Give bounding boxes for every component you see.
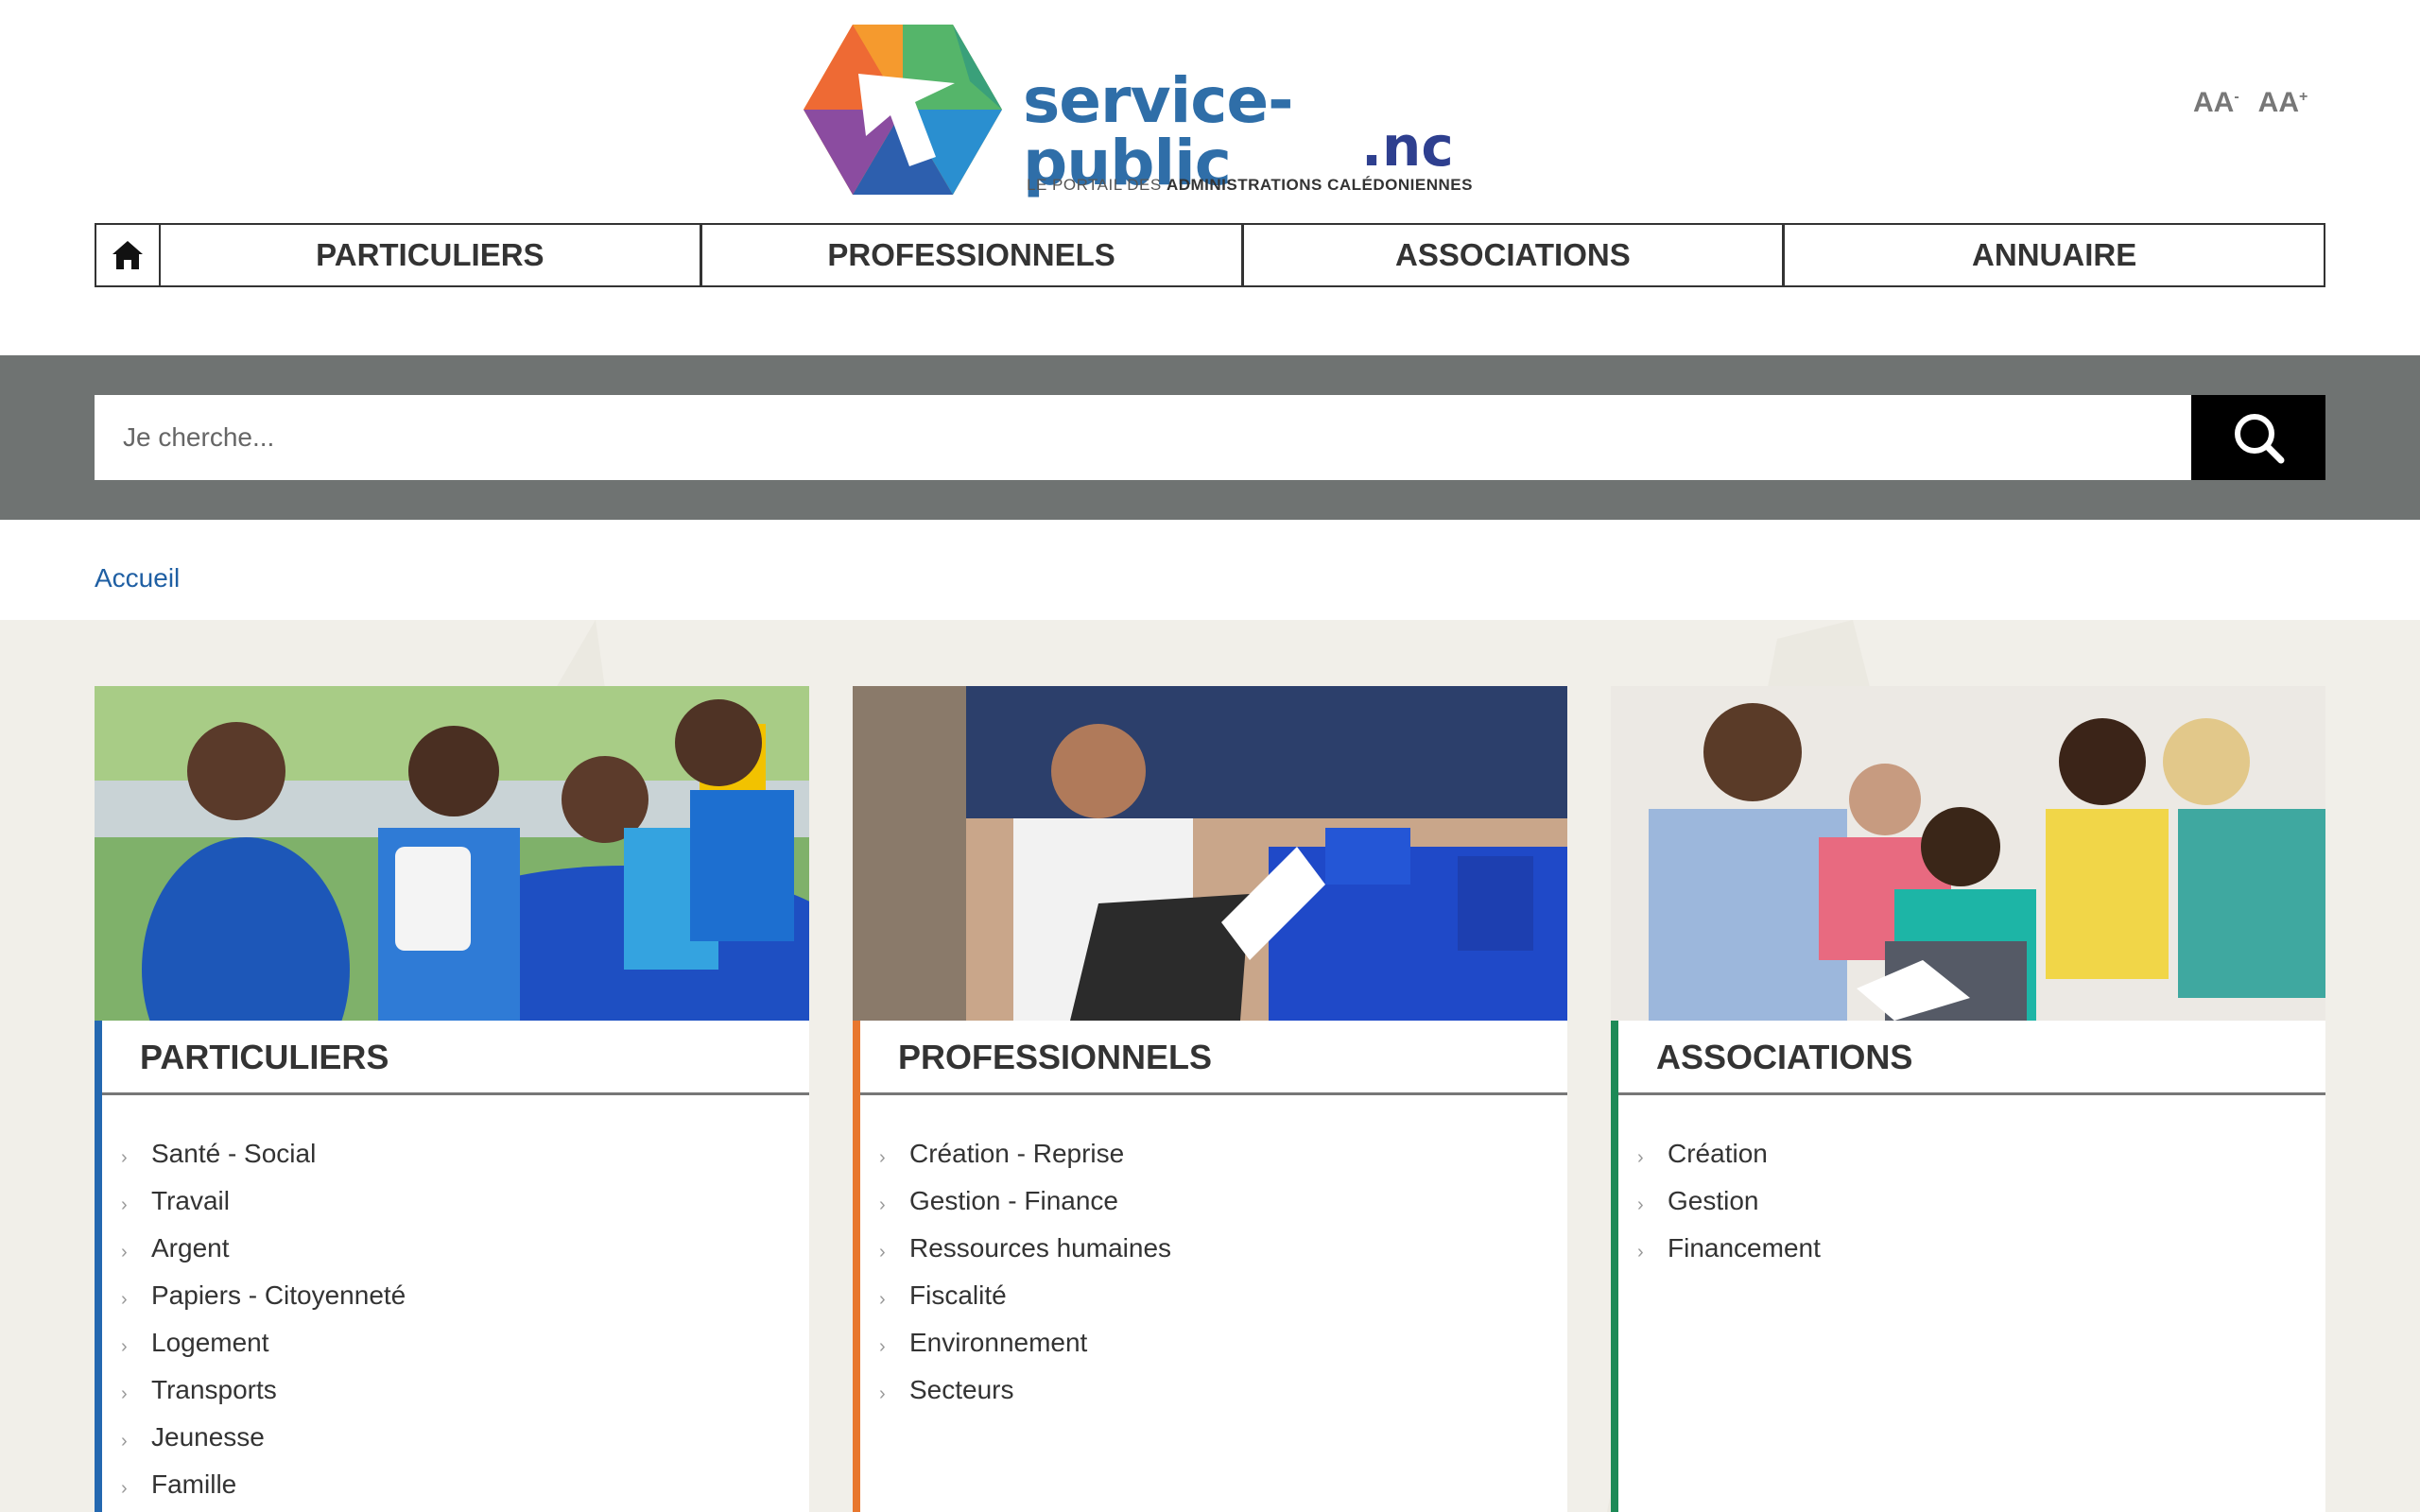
- font-size-controls: AA- AA+: [2193, 87, 2308, 119]
- chevron-right-icon: ›: [121, 1194, 128, 1215]
- nav-item-professionnels[interactable]: PROFESSIONNELS: [702, 225, 1244, 285]
- card-accent-bar: [95, 1021, 102, 1512]
- main-content: PARTICULIERS › Santé - Social › Travail › A…: [0, 620, 2420, 1512]
- chevron-right-icon: ›: [121, 1242, 128, 1263]
- list-item[interactable]: › Financement: [1637, 1232, 1821, 1280]
- chevron-right-icon: ›: [879, 1336, 886, 1357]
- list-item-label: Secteurs: [909, 1375, 1014, 1404]
- list-item[interactable]: › Gestion - Finance: [879, 1185, 1171, 1232]
- card-title[interactable]: PARTICULIERS: [140, 1038, 389, 1077]
- list-item[interactable]: › Environnement: [879, 1327, 1171, 1374]
- list-item-label: Santé - Social: [151, 1139, 317, 1168]
- list-item-label: Gestion - Finance: [909, 1186, 1118, 1215]
- list-item-label: Jeunesse: [151, 1422, 265, 1452]
- list-item-label: Gestion: [1668, 1186, 1759, 1215]
- list-item[interactable]: › Création: [1637, 1138, 1821, 1185]
- list-item-label: Création: [1668, 1139, 1768, 1168]
- nav-item-annuaire[interactable]: ANNUAIRE: [1785, 225, 2324, 285]
- list-item[interactable]: › Travail: [121, 1185, 406, 1232]
- list-item[interactable]: › Famille: [121, 1469, 406, 1512]
- list-item-label: Fiscalité: [909, 1280, 1007, 1310]
- list-item[interactable]: › Ressources humaines: [879, 1232, 1171, 1280]
- list-item-label: Création - Reprise: [909, 1139, 1125, 1168]
- card-link-list: › Création - Reprise › Gestion - Finance ›…: [879, 1138, 1171, 1421]
- card-link-list: › Création › Gestion › Financement: [1637, 1138, 1821, 1280]
- font-decrease-label: AA: [2193, 87, 2235, 118]
- search-button[interactable]: [2191, 395, 2325, 480]
- site-header: service-public .nc LE PORTAIL DES ADMINI…: [0, 0, 2420, 355]
- list-item-label: Transports: [151, 1375, 277, 1404]
- card-divider: [1618, 1092, 2325, 1095]
- chevron-right-icon: ›: [121, 1336, 128, 1357]
- particuliers-photo: [95, 686, 809, 1021]
- list-item[interactable]: › Transports: [121, 1374, 406, 1421]
- font-increase-sup: +: [2299, 89, 2308, 105]
- nav-item-associations[interactable]: ASSOCIATIONS: [1244, 225, 1786, 285]
- list-item-label: Ressources humaines: [909, 1233, 1172, 1263]
- list-item[interactable]: › Argent: [121, 1232, 406, 1280]
- font-increase-button[interactable]: AA+: [2258, 87, 2308, 119]
- list-item[interactable]: › Création - Reprise: [879, 1138, 1171, 1185]
- list-item-label: Argent: [151, 1233, 230, 1263]
- professionnels-photo: [853, 686, 1567, 1021]
- chevron-right-icon: ›: [1637, 1242, 1644, 1263]
- list-item[interactable]: › Fiscalité: [879, 1280, 1171, 1327]
- card-accent-bar: [853, 1021, 860, 1512]
- main-nav: PARTICULIERS PROFESSIONNELS ASSOCIATIONS…: [95, 223, 2325, 287]
- card-title[interactable]: PROFESSIONNELS: [898, 1038, 1212, 1077]
- chevron-right-icon: ›: [121, 1431, 128, 1452]
- search-icon: [2235, 414, 2285, 464]
- card-divider: [860, 1092, 1567, 1095]
- list-item[interactable]: › Santé - Social: [121, 1138, 406, 1185]
- chevron-right-icon: ›: [1637, 1147, 1644, 1168]
- list-item-label: Financement: [1668, 1233, 1821, 1263]
- chevron-right-icon: ›: [1637, 1194, 1644, 1215]
- card-link-list: › Santé - Social › Travail › Argent › Papier…: [121, 1138, 406, 1512]
- list-item[interactable]: › Jeunesse: [121, 1421, 406, 1469]
- chevron-right-icon: ›: [879, 1194, 886, 1215]
- site-logo[interactable]: service-public .nc LE PORTAIL DES ADMINI…: [804, 25, 1472, 204]
- chevron-right-icon: ›: [879, 1242, 886, 1263]
- breadcrumb-home-link[interactable]: Accueil: [95, 563, 180, 593]
- list-item-label: Travail: [151, 1186, 230, 1215]
- logo-tagline-prefix: LE PORTAIL DES: [1027, 176, 1167, 194]
- chevron-right-icon: ›: [121, 1383, 128, 1404]
- logo-hexagon-icon: [804, 25, 1002, 195]
- search-input[interactable]: [95, 395, 2191, 480]
- list-item[interactable]: › Secteurs: [879, 1374, 1171, 1421]
- nav-home-button[interactable]: [96, 225, 161, 285]
- logo-tagline-bold: ADMINISTRATIONS CALÉDONIENNES: [1166, 176, 1473, 194]
- list-item[interactable]: › Logement: [121, 1327, 406, 1374]
- chevron-right-icon: ›: [121, 1289, 128, 1310]
- card-professionnels: PROFESSIONNELS › Création - Reprise › Gest…: [853, 686, 1567, 1512]
- logo-suffix: .nc: [1361, 114, 1454, 179]
- card-particuliers: PARTICULIERS › Santé - Social › Travail › A…: [95, 686, 809, 1512]
- list-item-label: Papiers - Citoyenneté: [151, 1280, 406, 1310]
- chevron-right-icon: ›: [121, 1478, 128, 1499]
- associations-photo: [1611, 686, 2325, 1021]
- chevron-right-icon: ›: [879, 1147, 886, 1168]
- font-decrease-sup: -: [2234, 89, 2239, 105]
- chevron-right-icon: ›: [879, 1289, 886, 1310]
- home-icon: [112, 241, 143, 269]
- font-increase-label: AA: [2257, 87, 2300, 118]
- list-item[interactable]: › Papiers - Citoyenneté: [121, 1280, 406, 1327]
- search-band: [0, 355, 2420, 520]
- chevron-right-icon: ›: [121, 1147, 128, 1168]
- font-decrease-button[interactable]: AA-: [2193, 87, 2239, 119]
- list-item-label: Famille: [151, 1469, 237, 1499]
- logo-tagline: LE PORTAIL DES ADMINISTRATIONS CALÉDONIE…: [1027, 176, 1473, 195]
- card-divider: [102, 1092, 809, 1095]
- nav-item-particuliers[interactable]: PARTICULIERS: [161, 225, 702, 285]
- list-item[interactable]: › Gestion: [1637, 1185, 1821, 1232]
- list-item-label: Environnement: [909, 1328, 1088, 1357]
- chevron-right-icon: ›: [879, 1383, 886, 1404]
- card-accent-bar: [1611, 1021, 1618, 1512]
- card-title[interactable]: ASSOCIATIONS: [1656, 1038, 1912, 1077]
- list-item-label: Logement: [151, 1328, 269, 1357]
- card-associations: ASSOCIATIONS › Création › Gestion › Finance…: [1611, 686, 2325, 1512]
